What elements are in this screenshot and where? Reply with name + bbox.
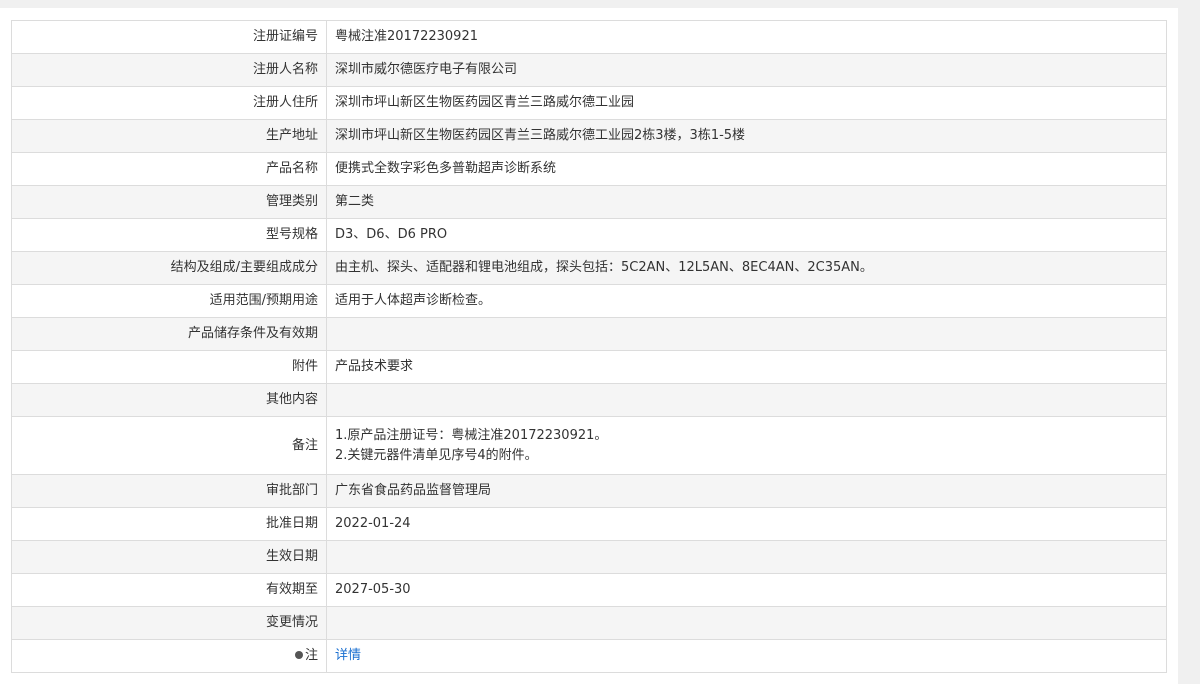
- table-row: 批准日期 2022-01-24: [11, 507, 1167, 541]
- row-label: 附件: [11, 350, 327, 384]
- row-value: 1.原产品注册证号：粤械注准20172230921。 2.关键元器件清单见序号4…: [326, 416, 1167, 475]
- note-line: 2.关键元器件清单见序号4的附件。: [335, 447, 538, 463]
- table-row: 结构及组成/主要组成成分 由主机、探头、适配器和锂电池组成，探头包括：5C2AN…: [11, 251, 1167, 285]
- row-label: 型号规格: [11, 218, 327, 252]
- row-value: 由主机、探头、适配器和锂电池组成，探头包括：5C2AN、12L5AN、8EC4A…: [326, 251, 1167, 285]
- table-row: 产品储存条件及有效期: [11, 317, 1167, 351]
- table-row: 生产地址 深圳市坪山新区生物医药园区青兰三路威尔德工业园2栋3楼，3栋1-5楼: [11, 119, 1167, 153]
- row-label: 变更情况: [11, 606, 327, 640]
- table-row: 注 详情: [11, 639, 1167, 673]
- row-label: 备注: [11, 416, 327, 475]
- row-label: 其他内容: [11, 383, 327, 417]
- row-label: 注: [11, 639, 327, 673]
- table-row: 注册人名称 深圳市威尔德医疗电子有限公司: [11, 53, 1167, 87]
- row-value: 便携式全数字彩色多普勒超声诊断系统: [326, 152, 1167, 186]
- table-row: 管理类别 第二类: [11, 185, 1167, 219]
- row-label: 有效期至: [11, 573, 327, 607]
- row-value: 广东省食品药品监督管理局: [326, 474, 1167, 508]
- row-value: [326, 317, 1167, 351]
- row-label: 注册人名称: [11, 53, 327, 87]
- table-row: 审批部门 广东省食品药品监督管理局: [11, 474, 1167, 508]
- table-row: 注册证编号 粤械注准20172230921: [11, 20, 1167, 54]
- note-line: 1.原产品注册证号：粤械注准20172230921。: [335, 427, 608, 443]
- table-row: 有效期至 2027-05-30: [11, 573, 1167, 607]
- row-label: 适用范围/预期用途: [11, 284, 327, 318]
- row-value: 适用于人体超声诊断检查。: [326, 284, 1167, 318]
- table-row: 变更情况: [11, 606, 1167, 640]
- row-value: [326, 606, 1167, 640]
- row-value: 深圳市威尔德医疗电子有限公司: [326, 53, 1167, 87]
- row-value: 深圳市坪山新区生物医药园区青兰三路威尔德工业园: [326, 86, 1167, 120]
- table-row: 生效日期: [11, 540, 1167, 574]
- row-label: 产品名称: [11, 152, 327, 186]
- table-row: 附件 产品技术要求: [11, 350, 1167, 384]
- row-label: 审批部门: [11, 474, 327, 508]
- table-row: 备注 1.原产品注册证号：粤械注准20172230921。 2.关键元器件清单见…: [11, 416, 1167, 475]
- table-row: 产品名称 便携式全数字彩色多普勒超声诊断系统: [11, 152, 1167, 186]
- row-value: 2027-05-30: [326, 573, 1167, 607]
- table-row: 适用范围/预期用途 适用于人体超声诊断检查。: [11, 284, 1167, 318]
- row-label: 管理类别: [11, 185, 327, 219]
- row-value: 详情: [326, 639, 1167, 673]
- row-value: 粤械注准20172230921: [326, 20, 1167, 54]
- row-value: 产品技术要求: [326, 350, 1167, 384]
- row-value: 深圳市坪山新区生物医药园区青兰三路威尔德工业园2栋3楼，3栋1-5楼: [326, 119, 1167, 153]
- row-value: [326, 383, 1167, 417]
- row-label: 生效日期: [11, 540, 327, 574]
- pin-icon: [294, 650, 303, 659]
- details-link[interactable]: 详情: [335, 648, 361, 663]
- registration-info-table: 注册证编号 粤械注准20172230921 注册人名称 深圳市威尔德医疗电子有限…: [11, 20, 1167, 673]
- row-value: [326, 540, 1167, 574]
- note-label: 注: [304, 648, 318, 663]
- row-label: 批准日期: [11, 507, 327, 541]
- row-label: 产品储存条件及有效期: [11, 317, 327, 351]
- row-value: 2022-01-24: [326, 507, 1167, 541]
- table-row: 型号规格 D3、D6、D6 PRO: [11, 218, 1167, 252]
- table-row: 注册人住所 深圳市坪山新区生物医药园区青兰三路威尔德工业园: [11, 86, 1167, 120]
- row-value: 第二类: [326, 185, 1167, 219]
- content-panel: 注册证编号 粤械注准20172230921 注册人名称 深圳市威尔德医疗电子有限…: [0, 8, 1178, 684]
- row-label: 结构及组成/主要组成成分: [11, 251, 327, 285]
- row-label: 生产地址: [11, 119, 327, 153]
- row-value: D3、D6、D6 PRO: [326, 218, 1167, 252]
- row-label: 注册人住所: [11, 86, 327, 120]
- row-label: 注册证编号: [11, 20, 327, 54]
- table-row: 其他内容: [11, 383, 1167, 417]
